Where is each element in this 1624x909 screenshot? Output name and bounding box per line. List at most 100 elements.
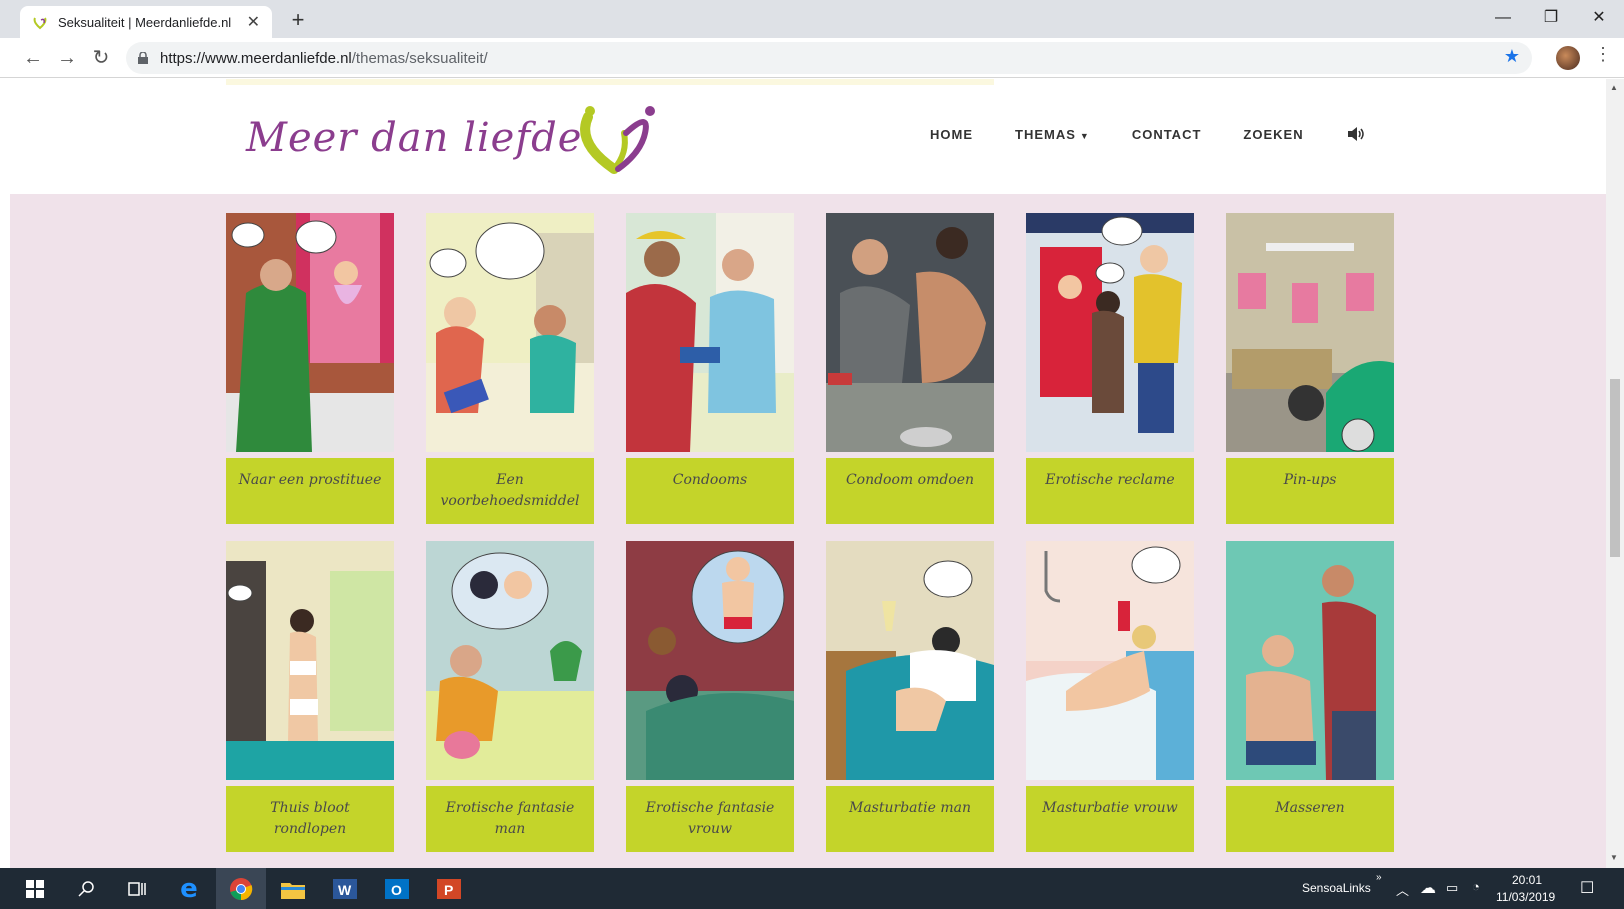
card-label[interactable]: Erotische reclame — [1026, 458, 1194, 524]
card-thuis-bloot-rondlopen[interactable]: Thuis bloot rondlopen — [226, 541, 394, 852]
card-illustration[interactable] — [1026, 541, 1194, 780]
svg-text:W: W — [338, 882, 352, 898]
card-illustration[interactable] — [1226, 213, 1394, 452]
card-label[interactable]: Masturbatie vrouw — [1026, 786, 1194, 852]
card-een-voorbehoedsmiddel[interactable]: Een voorbehoedsmiddel — [426, 213, 594, 524]
card-masturbatie-vrouw[interactable]: Masturbatie vrouw — [1026, 541, 1194, 852]
site-header: Meer dan liefde HOME THEMAS ▼ CONTACT ZOE… — [10, 79, 1606, 194]
file-explorer-icon[interactable] — [268, 868, 318, 909]
lock-icon — [138, 52, 148, 64]
nav-contact[interactable]: CONTACT — [1132, 127, 1202, 142]
card-label[interactable]: Condoom omdoen — [826, 458, 994, 524]
svg-text:O: O — [391, 882, 402, 898]
task-view-icon[interactable] — [112, 868, 162, 909]
card-label[interactable]: Masseren — [1226, 786, 1394, 852]
windows-taskbar: e W O P SensoaLinks » ︿ ☁ ▭ ◔ 20:01 11/0… — [0, 868, 1624, 909]
forward-arrow-icon[interactable]: → — [52, 43, 82, 73]
card-label[interactable]: Condooms — [626, 458, 794, 524]
card-erotische-fantasie-man[interactable]: Erotische fantasie man — [426, 541, 594, 852]
powerpoint-icon[interactable]: P — [424, 868, 474, 909]
illustration-image — [1226, 541, 1394, 780]
card-label[interactable]: Thuis bloot rondlopen — [226, 786, 394, 852]
search-icon[interactable] — [62, 868, 112, 909]
illustration-image — [226, 213, 394, 452]
card-label[interactable]: Erotische fantasie vrouw — [626, 786, 794, 852]
card-illustration[interactable] — [826, 213, 994, 452]
scroll-thumb[interactable] — [1610, 379, 1620, 557]
notification-center-icon[interactable]: ☐ — [1580, 878, 1594, 898]
toolbar-expand-icon[interactable]: » — [1376, 872, 1382, 883]
scroll-up-arrow-icon[interactable]: ▲ — [1610, 83, 1618, 92]
tab-title: Seksualiteit | Meerdanliefde.nl — [58, 14, 232, 30]
nav-zoeken[interactable]: ZOEKEN — [1243, 127, 1303, 142]
card-condooms[interactable]: Condooms — [626, 213, 794, 524]
header-top-bar — [226, 79, 994, 85]
nav-home[interactable]: HOME — [930, 127, 973, 142]
card-erotische-reclame[interactable]: Erotische reclame — [1026, 213, 1194, 524]
clock-time[interactable]: 20:01 — [1512, 873, 1542, 887]
card-illustration[interactable] — [426, 541, 594, 780]
card-illustration[interactable] — [226, 541, 394, 780]
card-label[interactable]: Een voorbehoedsmiddel — [426, 458, 594, 524]
scroll-down-arrow-icon[interactable]: ▼ — [1610, 853, 1618, 862]
url-path: /themas/seksualiteit/ — [351, 49, 488, 67]
illustration-image — [826, 213, 994, 452]
illustration-image — [226, 541, 394, 780]
back-arrow-icon[interactable]: ← — [18, 43, 48, 73]
nav-themas[interactable]: THEMAS ▼ — [1015, 127, 1090, 142]
battery-icon[interactable]: ▭ — [1446, 880, 1458, 896]
new-tab-button[interactable]: + — [284, 6, 312, 34]
address-bar[interactable]: https://www.meerdanliefde.nl/themas/seks… — [126, 42, 1532, 74]
window-close-button[interactable]: ✕ — [1576, 0, 1622, 36]
card-illustration[interactable] — [626, 541, 794, 780]
card-label[interactable]: Pin-ups — [1226, 458, 1394, 524]
wifi-icon[interactable]: ◔ — [1472, 879, 1480, 894]
bookmark-star-icon[interactable]: ★ — [1504, 46, 1520, 67]
card-masturbatie-man[interactable]: Masturbatie man — [826, 541, 994, 852]
card-illustration[interactable] — [826, 541, 994, 780]
url-domain: https://www.meerdanliefde.nl — [160, 49, 352, 67]
cloud-icon[interactable]: ☁ — [1420, 878, 1436, 898]
tray-overflow-chevron-icon[interactable]: ︿ — [1396, 880, 1409, 899]
clock-date[interactable]: 11/03/2019 — [1496, 890, 1555, 904]
word-icon[interactable]: W — [320, 868, 370, 909]
windows-start-icon[interactable] — [10, 868, 60, 909]
card-pin-ups[interactable]: Pin-ups — [1226, 213, 1394, 524]
nav-themas-label: THEMAS — [1015, 126, 1076, 142]
site-logo-text[interactable]: Meer dan liefde — [246, 115, 582, 161]
window-minimize-button[interactable]: — — [1480, 0, 1526, 36]
illustration-image — [1226, 213, 1394, 452]
url-text: https://www.meerdanliefde.nl/themas/seks… — [160, 50, 488, 67]
card-condoom-omdoen[interactable]: Condoom omdoen — [826, 213, 994, 524]
card-naar-een-prostituee[interactable]: Naar een prostituee — [226, 213, 394, 524]
card-label[interactable]: Erotische fantasie man — [426, 786, 594, 852]
illustration-image — [426, 541, 594, 780]
vertical-scrollbar[interactable]: ▲ ▼ — [1606, 79, 1624, 868]
browser-tab-bar: Seksualiteit | Meerdanliefde.nl ✕ + — ❐ … — [0, 0, 1624, 38]
main-navigation: HOME THEMAS ▼ CONTACT ZOEKEN — [930, 125, 1366, 143]
tab-close-icon[interactable]: ✕ — [247, 12, 260, 32]
reload-icon[interactable]: ↻ — [86, 43, 116, 73]
card-illustration[interactable] — [226, 213, 394, 452]
card-label[interactable]: Masturbatie man — [826, 786, 994, 852]
tray-toolbar-label[interactable]: SensoaLinks — [1302, 881, 1371, 895]
card-label[interactable]: Naar een prostituee — [226, 458, 394, 524]
heart-logo-icon[interactable] — [578, 103, 662, 175]
chrome-icon[interactable] — [216, 868, 266, 909]
illustration-image — [826, 541, 994, 780]
outlook-icon[interactable]: O — [372, 868, 422, 909]
caret-down-icon: ▼ — [1079, 130, 1090, 141]
profile-avatar[interactable] — [1556, 46, 1580, 70]
card-illustration[interactable] — [1026, 213, 1194, 452]
card-illustration[interactable] — [426, 213, 594, 452]
speaker-icon[interactable] — [1346, 125, 1366, 143]
card-masseren[interactable]: Masseren — [1226, 541, 1394, 852]
card-illustration[interactable] — [1226, 541, 1394, 780]
browser-tab[interactable]: Seksualiteit | Meerdanliefde.nl ✕ — [20, 6, 272, 38]
browser-menu-icon[interactable]: ⋮ — [1594, 44, 1612, 65]
card-illustration[interactable] — [626, 213, 794, 452]
heart-favicon-icon — [33, 17, 47, 30]
window-restore-button[interactable]: ❐ — [1528, 0, 1574, 36]
edge-browser-icon[interactable]: e — [164, 868, 214, 909]
card-erotische-fantasie-vrouw[interactable]: Erotische fantasie vrouw — [626, 541, 794, 852]
